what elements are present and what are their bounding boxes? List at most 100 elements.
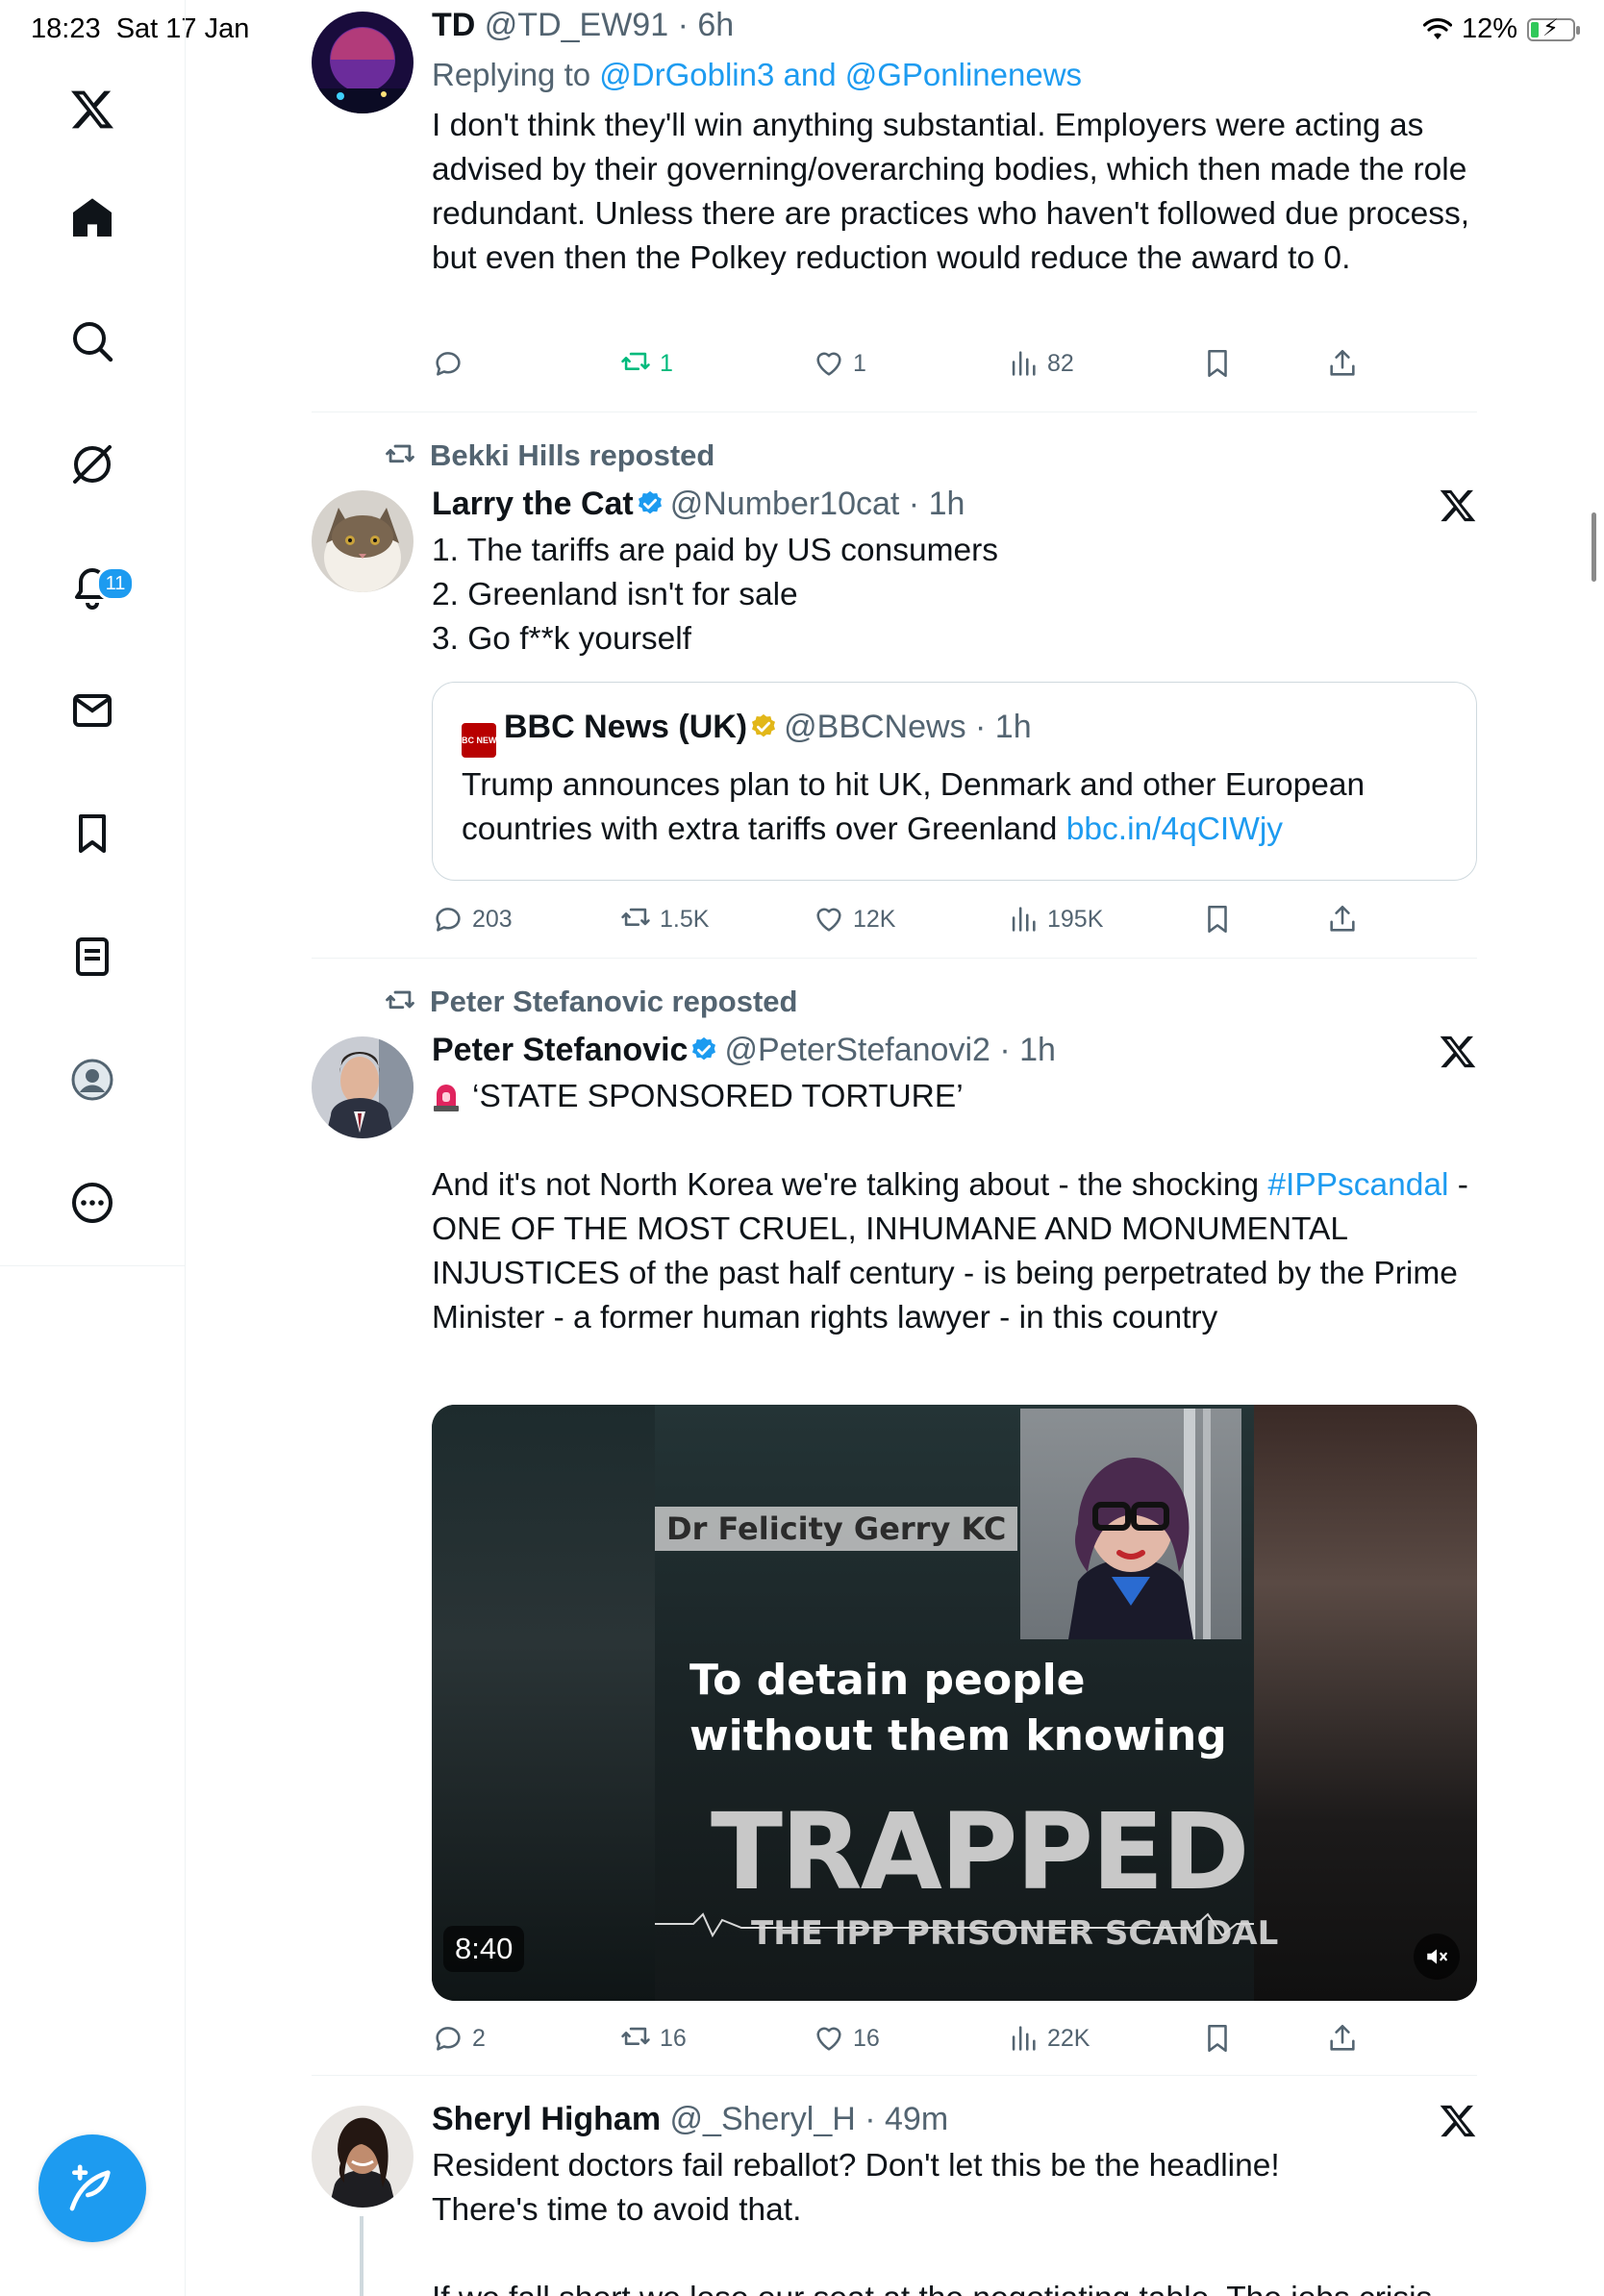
author-name[interactable]: Larry the Cat bbox=[432, 486, 634, 522]
reply-button[interactable]: 2 bbox=[432, 2017, 486, 2059]
video-player[interactable]: Dr Felicity Gerry KC To detain people wi… bbox=[432, 1405, 1477, 2001]
x-logo-icon[interactable] bbox=[54, 71, 131, 148]
bookmark-button[interactable] bbox=[1201, 898, 1234, 940]
share-button[interactable] bbox=[1326, 2017, 1359, 2059]
reply-button[interactable]: 203 bbox=[432, 898, 513, 940]
grok-icon[interactable] bbox=[54, 426, 131, 503]
muted-speaker-icon bbox=[1427, 1949, 1447, 1964]
like-button[interactable]: 12K bbox=[813, 898, 895, 940]
home-icon[interactable] bbox=[54, 180, 131, 257]
tweet-line: 3. Go f**k yourself bbox=[432, 621, 691, 657]
tweet-time[interactable]: 1h bbox=[929, 486, 965, 522]
waveform-decoration bbox=[655, 1912, 1254, 1938]
reply-button[interactable] bbox=[432, 342, 464, 385]
tweet-line: If we fall short we lose our seat at the… bbox=[432, 2277, 1477, 2296]
avatar[interactable] bbox=[312, 1036, 414, 1138]
like-button[interactable]: 1 bbox=[813, 342, 866, 385]
video-blur-left bbox=[432, 1405, 655, 2001]
author-handle[interactable]: @PeterStefanovi2 bbox=[724, 1032, 990, 1068]
retweet-button[interactable]: 16 bbox=[619, 2017, 687, 2059]
quoted-author-name[interactable]: BBC News (UK) bbox=[504, 709, 747, 745]
tweet-headline: ‘STATE SPONSORED TORTURE’ bbox=[432, 1075, 1477, 1119]
more-options-icon[interactable] bbox=[54, 1164, 131, 1241]
author-name[interactable]: Sheryl Higham bbox=[432, 2101, 661, 2137]
tweet-actions: 1 1 82 bbox=[432, 342, 1477, 385]
tweet-text: ‘STATE SPONSORED TORTURE’ And it's not N… bbox=[432, 1075, 1477, 1340]
bookmark-button[interactable] bbox=[1201, 342, 1234, 385]
author-handle[interactable]: @TD_EW91 bbox=[485, 7, 668, 43]
lists-icon[interactable] bbox=[54, 918, 131, 995]
author-name[interactable]: Peter Stefanovic bbox=[432, 1032, 688, 1068]
bookmark-icon bbox=[1208, 905, 1227, 934]
x-logo-icon[interactable] bbox=[1439, 1033, 1477, 1071]
tweet-header: Peter Stefanovic @PeterStefanovi2 · 1h bbox=[432, 1032, 1056, 1068]
siren-emoji-icon bbox=[432, 1080, 461, 1111]
x-logo-icon[interactable] bbox=[1439, 487, 1477, 525]
profile-avatar-icon[interactable] bbox=[54, 1041, 131, 1118]
author-handle[interactable]: @Number10cat bbox=[670, 486, 900, 522]
retweet-button[interactable]: 1.5K bbox=[619, 898, 709, 940]
compose-feather-icon bbox=[69, 2164, 111, 2211]
heart-icon bbox=[816, 908, 841, 932]
tweet[interactable]: Sheryl Higham @_Sheryl_H · 49m Resident … bbox=[312, 2077, 1477, 2296]
tweet-line: There's time to avoid that. bbox=[432, 2192, 802, 2228]
tweet-text: I don't think they'll win anything subst… bbox=[432, 108, 1470, 276]
video-caption: To detain people without them knowing bbox=[689, 1656, 1227, 1760]
tweet-actions: 2 16 16 22K bbox=[432, 2017, 1477, 2059]
scrollbar[interactable] bbox=[1591, 512, 1596, 582]
views-button[interactable]: 82 bbox=[1007, 342, 1074, 385]
retweet-button[interactable]: 1 bbox=[619, 342, 673, 385]
avatar[interactable] bbox=[312, 490, 414, 592]
bookmark-icon bbox=[1208, 349, 1227, 378]
like-button[interactable]: 16 bbox=[813, 2017, 880, 2059]
views-button[interactable]: 22K bbox=[1007, 2017, 1090, 2059]
quoted-tweet-text: Trump announces plan to hit UK, Denmark … bbox=[462, 767, 1366, 847]
x-logo-icon[interactable] bbox=[1439, 2102, 1477, 2140]
author-handle[interactable]: @_Sheryl_H bbox=[670, 2101, 856, 2137]
share-button[interactable] bbox=[1326, 898, 1359, 940]
quoted-author-handle[interactable]: @BBCNews bbox=[784, 709, 965, 745]
video-name-caption: Dr Felicity Gerry KC bbox=[655, 1507, 1018, 1551]
share-icon bbox=[1330, 2024, 1355, 2051]
messages-envelope-icon[interactable] bbox=[54, 672, 131, 749]
video-blur-right bbox=[1254, 1405, 1477, 2001]
views-button[interactable]: 195K bbox=[1007, 898, 1103, 940]
tweet-line: 1. The tariffs are paid by US consumers bbox=[432, 533, 999, 568]
repost-icon bbox=[386, 990, 414, 1010]
tweet-time[interactable]: 6h bbox=[697, 7, 734, 43]
bbc-news-logo: BBC NEWS bbox=[456, 723, 503, 758]
video-duration: 8:40 bbox=[443, 1926, 525, 1972]
quoted-tweet-header: BBC NEWSBBC News (UK) @BBCNews · 1h bbox=[456, 706, 1032, 758]
compose-post-button[interactable] bbox=[38, 2134, 146, 2242]
verified-badge-icon bbox=[638, 490, 662, 514]
notifications-bell-icon[interactable]: 11 bbox=[54, 549, 135, 626]
bookmark-button[interactable] bbox=[1201, 2017, 1234, 2059]
quoted-tweet[interactable]: BBC NEWSBBC News (UK) @BBCNews · 1h Trump… bbox=[432, 682, 1477, 881]
reply-icon bbox=[436, 352, 461, 376]
author-name[interactable]: TD bbox=[432, 7, 475, 43]
retweet-icon bbox=[621, 352, 650, 370]
quoted-tweet-link[interactable]: bbc.in/4qCIWjy bbox=[1066, 811, 1283, 847]
bookmarks-icon[interactable] bbox=[54, 795, 131, 872]
tweet-text: Resident doctors fail reballot? Don't le… bbox=[432, 2144, 1477, 2296]
repost-indicator[interactable]: Bekki Hills reposted bbox=[384, 437, 714, 475]
share-button[interactable] bbox=[1326, 342, 1359, 385]
tweet-time[interactable]: 49m bbox=[885, 2101, 948, 2137]
views-chart-icon bbox=[1012, 2026, 1036, 2051]
tweet-time[interactable]: 1h bbox=[1019, 1032, 1056, 1068]
verified-gold-badge-icon bbox=[752, 713, 776, 737]
hashtag-link[interactable]: #IPPscandal bbox=[1267, 1167, 1448, 1203]
mute-button[interactable] bbox=[1414, 1934, 1460, 1980]
share-icon bbox=[1330, 349, 1355, 376]
repost-indicator[interactable]: Peter Stefanovic reposted bbox=[384, 983, 797, 1021]
avatar[interactable] bbox=[312, 2106, 414, 2208]
search-icon[interactable] bbox=[54, 303, 131, 380]
quoted-tweet-time[interactable]: 1h bbox=[995, 709, 1032, 745]
replying-to-handles[interactable]: @DrGoblin3 and @GPonlinenews bbox=[599, 57, 1082, 92]
speaker-inset bbox=[1020, 1409, 1241, 1639]
retweet-icon bbox=[621, 908, 650, 926]
tweet-line: 2. Greenland isn't for sale bbox=[432, 577, 798, 612]
battery-charging-icon: ⚡ bbox=[1527, 16, 1580, 41]
views-chart-icon bbox=[1012, 907, 1036, 932]
avatar[interactable] bbox=[312, 12, 414, 113]
